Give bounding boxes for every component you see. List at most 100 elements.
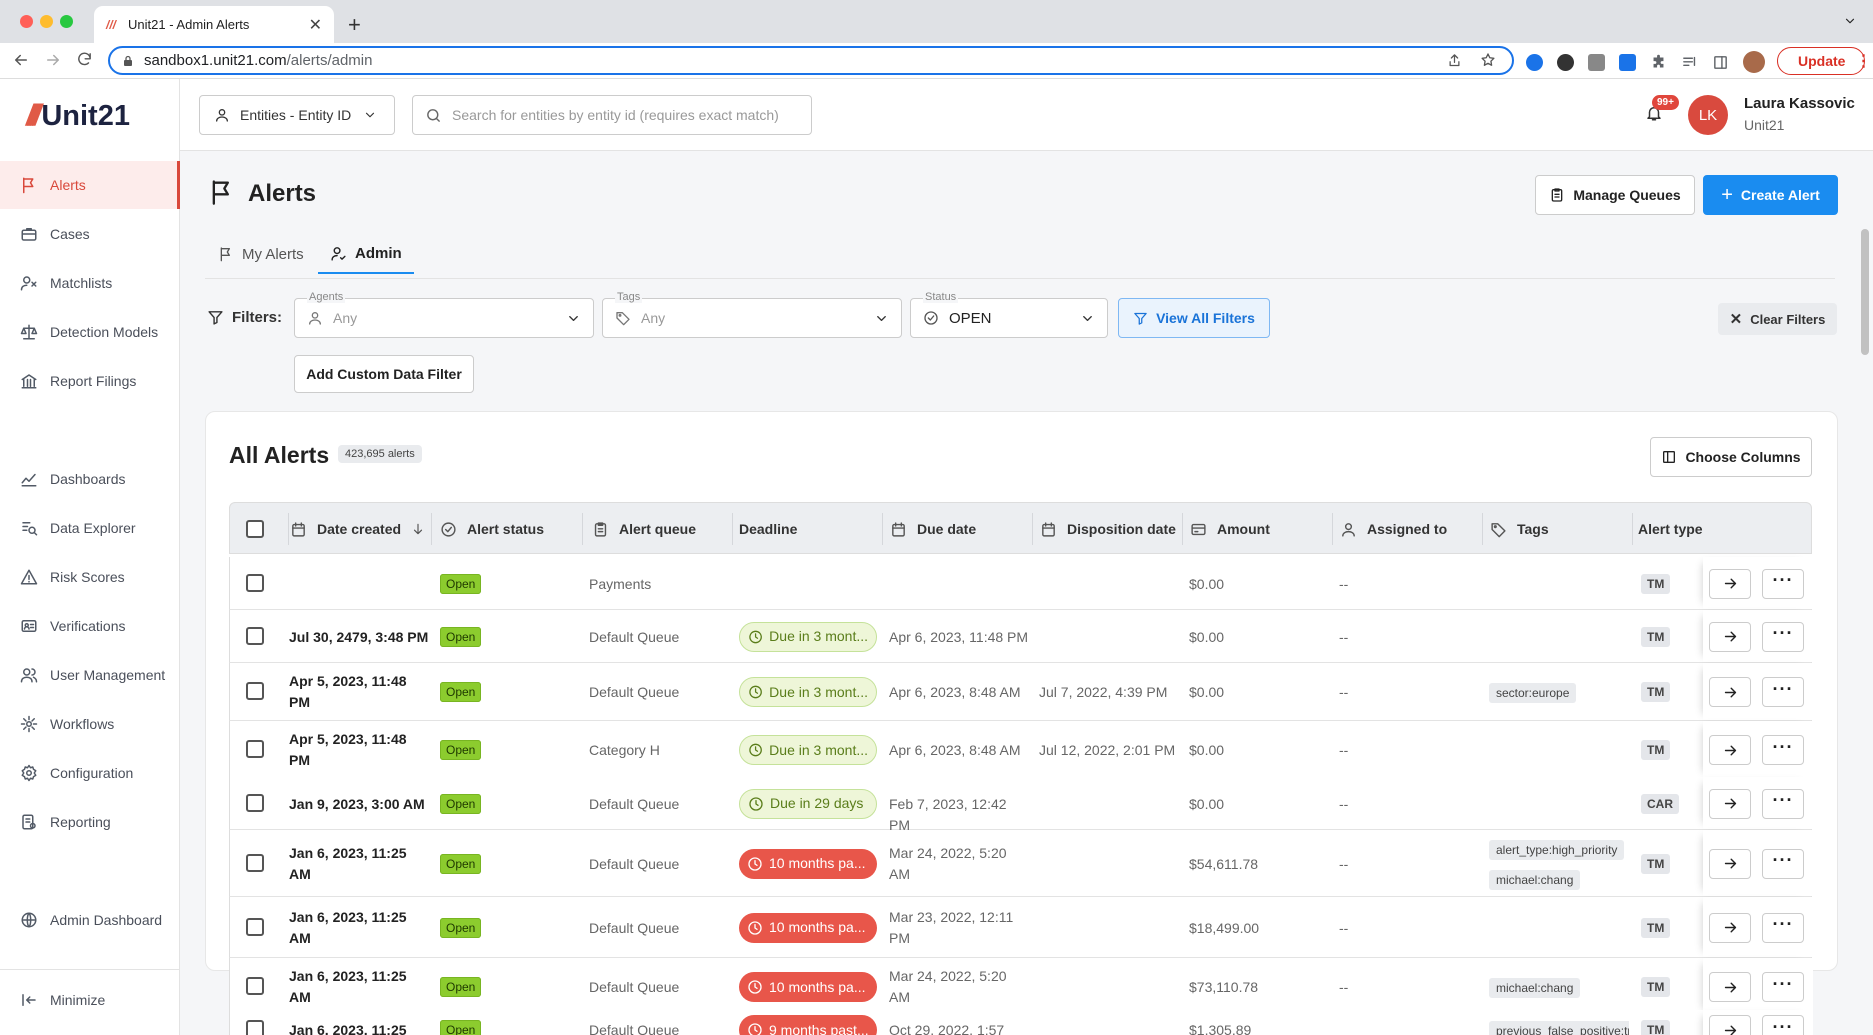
row-checkbox[interactable] (246, 740, 264, 758)
status-filter[interactable]: Status OPEN (910, 291, 1108, 338)
column-alert-status[interactable]: Alert status (440, 503, 544, 555)
select-all-checkbox[interactable] (246, 503, 264, 555)
new-tab-button[interactable]: + (348, 12, 361, 38)
more-actions-button[interactable]: ··· (1762, 788, 1804, 819)
sidebar-item-reporting[interactable]: Reporting (0, 798, 180, 846)
sidebar-item-workflows[interactable]: Workflows (0, 700, 180, 748)
extension-icon[interactable] (1557, 53, 1574, 71)
puzzle-icon[interactable] (1650, 54, 1667, 71)
open-alert-button[interactable] (1709, 1015, 1751, 1035)
column-due-date[interactable]: Due date (890, 503, 976, 555)
row-checkbox[interactable] (246, 917, 264, 936)
column-alert-queue[interactable]: Alert queue (592, 503, 696, 555)
minimize-window-button[interactable] (40, 15, 53, 28)
choose-columns-button[interactable]: Choose Columns (1650, 437, 1812, 477)
more-actions-button[interactable]: ··· (1762, 1015, 1804, 1035)
bookmark-star-icon[interactable] (1480, 52, 1496, 68)
forward-arrow-icon[interactable] (44, 51, 62, 69)
address-bar[interactable]: sandbox1.unit21.com/alerts/admin (108, 46, 1514, 75)
row-checkbox[interactable] (246, 853, 264, 872)
table-row[interactable]: Jan 6, 2023, 11:25 AM Open Default Queue 10 … (229, 958, 1813, 1016)
row-checkbox[interactable] (246, 626, 264, 645)
row-checkbox[interactable] (246, 977, 264, 995)
update-button[interactable]: Update ⋮ (1777, 47, 1871, 75)
table-row[interactable]: Jan 9, 2023, 3:00 AM Open Default Queue Due… (229, 777, 1813, 833)
column-alert-type[interactable]: Alert type (1638, 503, 1703, 555)
search-input[interactable] (452, 107, 792, 123)
tag-chip[interactable]: michael:chang (1489, 869, 1581, 891)
download-icon[interactable] (1619, 53, 1636, 71)
sidebar-item-configuration[interactable]: Configuration (0, 749, 180, 797)
row-checkbox[interactable] (246, 1020, 264, 1035)
table-row[interactable]: Jan 6, 2023, 11:25 AM Open Default Queue 10 … (229, 897, 1813, 958)
add-custom-data-filter-button[interactable]: Add Custom Data Filter (294, 355, 474, 393)
browser-tab[interactable]: /// Unit21 - Admin Alerts ✕ (94, 6, 334, 43)
minimize-button[interactable]: Minimize (0, 976, 180, 1024)
manage-queues-button[interactable]: Manage Queues (1535, 175, 1695, 215)
table-row[interactable]: Jan 6, 2023, 11:25 Open Default Queue 9 mon… (229, 1010, 1813, 1035)
maximize-window-button[interactable] (60, 15, 73, 28)
column-tags[interactable]: Tags (1490, 503, 1549, 555)
column-amount[interactable]: Amount (1190, 503, 1270, 555)
more-actions-button[interactable]: ··· (1762, 677, 1804, 707)
table-row[interactable]: Open Payments $0.00 -- TM ··· (229, 557, 1813, 610)
more-actions-button[interactable]: ··· (1762, 972, 1804, 1002)
sidebar-item-risk-scores[interactable]: Risk Scores (0, 553, 180, 601)
open-alert-button[interactable] (1709, 677, 1751, 707)
share-icon[interactable] (1447, 53, 1462, 68)
row-checkbox[interactable] (246, 793, 264, 812)
row-checkbox[interactable] (246, 682, 264, 700)
reload-icon[interactable] (76, 51, 93, 68)
table-row[interactable]: Jan 6, 2023, 11:25 AM Open Default Queue 10 … (229, 830, 1813, 897)
open-alert-button[interactable] (1709, 788, 1751, 819)
close-tab-icon[interactable]: ✕ (309, 15, 322, 35)
open-alert-button[interactable] (1709, 972, 1751, 1002)
extension-icon[interactable] (1588, 53, 1605, 71)
row-checkbox[interactable] (246, 573, 264, 592)
more-actions-button[interactable]: ··· (1762, 848, 1804, 879)
tab-my-alerts[interactable]: My Alerts (218, 234, 304, 274)
column-date-created[interactable]: Date created (290, 503, 425, 555)
sidebar-item-admin-dashboard[interactable]: Admin Dashboard (0, 896, 180, 944)
sidebar-item-detection-models[interactable]: Detection Models (0, 308, 180, 356)
open-alert-button[interactable] (1709, 912, 1751, 943)
back-arrow-icon[interactable] (12, 51, 30, 69)
sidebar-item-alerts[interactable]: Alerts (0, 161, 180, 209)
create-alert-button[interactable]: + Create Alert (1703, 175, 1838, 215)
tags-filter[interactable]: Tags Any (602, 291, 902, 338)
more-actions-button[interactable]: ··· (1762, 912, 1804, 943)
sidebar-item-report-filings[interactable]: Report Filings (0, 357, 180, 405)
table-row[interactable]: Jul 30, 2479, 3:48 PM Open Default Queue Du… (229, 610, 1813, 663)
tag-chip[interactable]: alert_type:high_priority (1489, 839, 1625, 861)
sidebar-item-dashboards[interactable]: Dashboards (0, 455, 180, 503)
more-actions-button[interactable]: ··· (1762, 621, 1804, 652)
view-all-filters-button[interactable]: View All Filters (1118, 298, 1270, 338)
side-panel-icon[interactable] (1712, 54, 1729, 71)
clear-filters-button[interactable]: ✕ Clear Filters (1718, 303, 1837, 335)
sidebar-item-verifications[interactable]: Verifications (0, 602, 180, 650)
table-row[interactable]: Apr 5, 2023, 11:48 PM Open Category H Due in… (229, 721, 1813, 779)
media-icon[interactable] (1681, 54, 1698, 71)
tab-search-chevron-icon[interactable] (1843, 14, 1857, 28)
tag-chip[interactable]: michael:chang (1489, 977, 1581, 999)
page-scrollbar[interactable] (1861, 229, 1869, 355)
table-row[interactable]: Apr 5, 2023, 11:48 PM Open Default Queue Due… (229, 663, 1813, 721)
entity-type-select[interactable]: Entities - Entity ID (199, 95, 395, 135)
column-disposition-date[interactable]: Disposition date (1040, 503, 1176, 555)
column-assigned-to[interactable]: Assigned to (1340, 503, 1447, 555)
open-alert-button[interactable] (1709, 621, 1751, 652)
sidebar-item-matchlists[interactable]: Matchlists (0, 259, 180, 307)
profile-avatar[interactable] (1743, 51, 1765, 73)
sidebar-item-cases[interactable]: Cases (0, 210, 180, 258)
agents-filter[interactable]: Agents Any (294, 291, 594, 338)
open-alert-button[interactable] (1709, 848, 1751, 879)
tab-admin[interactable]: Admin (318, 234, 414, 274)
open-alert-button[interactable] (1709, 735, 1751, 765)
more-actions-button[interactable]: ··· (1762, 568, 1804, 599)
user-avatar[interactable]: LK (1688, 95, 1728, 135)
unit21-logo[interactable]: //// Unit21 (26, 99, 130, 133)
extension-icon[interactable] (1526, 53, 1543, 71)
tag-chip[interactable]: sector:europe (1489, 682, 1577, 704)
close-window-button[interactable] (20, 15, 33, 28)
sidebar-item-user-management[interactable]: User Management (0, 651, 180, 699)
